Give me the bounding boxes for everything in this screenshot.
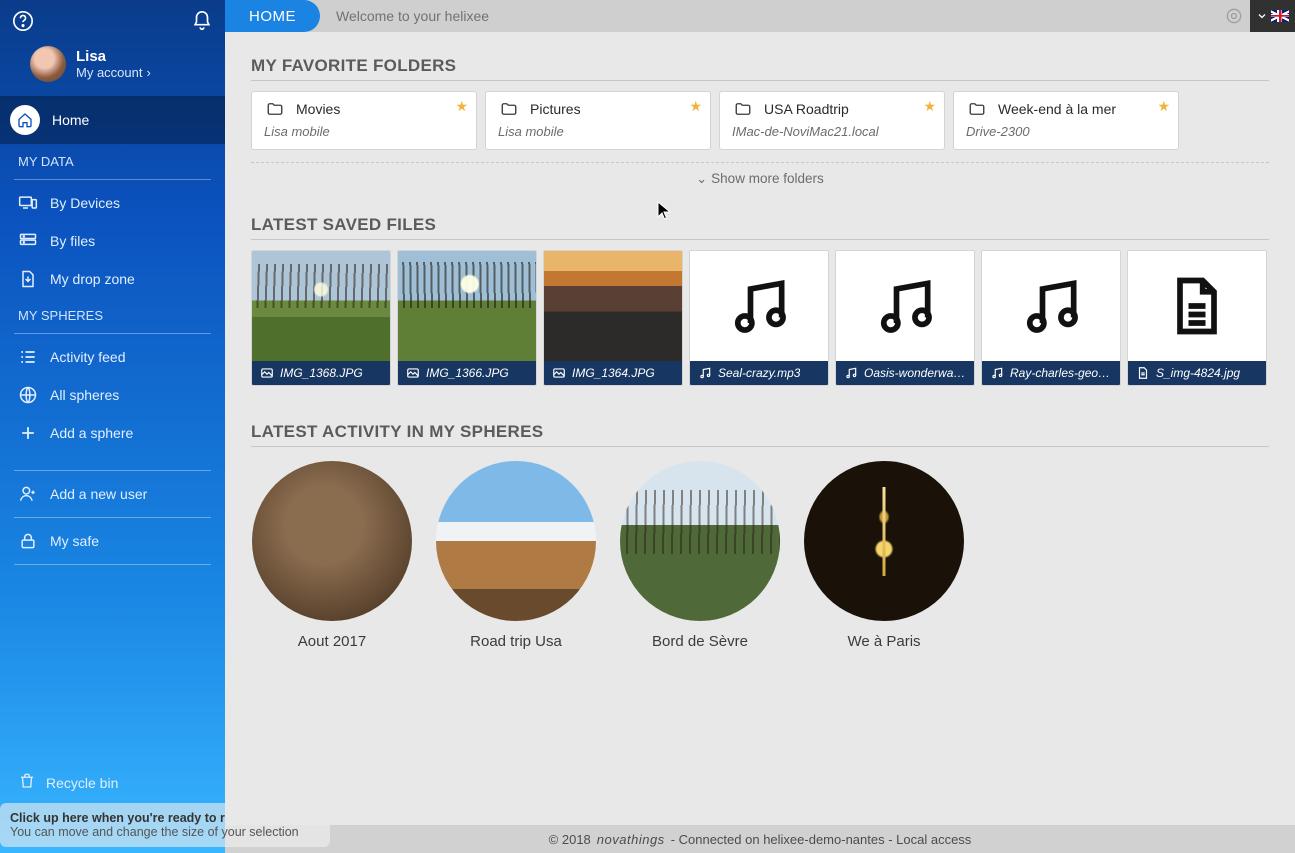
folder-card[interactable]: ★ USA Roadtrip IMac-de-NoviMac21.local (719, 91, 945, 150)
file-card[interactable]: Oasis-wonderwall.... (835, 250, 975, 386)
flag-uk-icon (1271, 10, 1289, 22)
sphere-item[interactable]: Aout 2017 (251, 461, 413, 650)
star-icon: ★ (455, 98, 468, 115)
image-icon (552, 366, 566, 380)
chevron-down-icon (1256, 10, 1268, 22)
file-card[interactable]: Seal-crazy.mp3 (689, 250, 829, 386)
nav-drop-zone[interactable]: My drop zone (0, 260, 225, 298)
music-icon (844, 366, 858, 380)
file-card[interactable]: IMG_1366.JPG (397, 250, 537, 386)
music-icon (698, 366, 712, 380)
document-icon (1136, 366, 1150, 380)
sphere-thumb (252, 461, 412, 621)
bell-icon[interactable] (191, 10, 213, 32)
star-icon: ★ (923, 98, 936, 115)
my-account-link[interactable]: My account› (76, 65, 151, 80)
file-thumb (690, 251, 828, 361)
plus-icon (18, 423, 38, 443)
user-name: Lisa (76, 48, 151, 65)
nav-my-safe[interactable]: My safe (0, 522, 225, 560)
nav-activity-feed[interactable]: Activity feed (0, 338, 225, 376)
file-thumb (982, 251, 1120, 361)
file-thumb (836, 251, 974, 361)
target-icon[interactable] (1218, 0, 1250, 32)
sphere-item[interactable]: We à Paris (803, 461, 965, 650)
nav-by-devices[interactable]: By Devices (0, 184, 225, 222)
star-icon: ★ (689, 98, 702, 115)
help-icon[interactable] (12, 10, 34, 32)
sidebar: Lisa My account› Home MY DATA By Devices… (0, 0, 225, 853)
folder-icon (966, 100, 988, 118)
file-card[interactable]: S_img-4824.jpg (1127, 250, 1267, 386)
files-icon (18, 231, 38, 251)
star-icon: ★ (1157, 98, 1170, 115)
globe-icon (18, 385, 38, 405)
section-latest-files: LATEST SAVED FILES (251, 215, 1269, 240)
folder-icon (498, 100, 520, 118)
music-icon (1017, 272, 1085, 340)
topbar: HOME Welcome to your helixee (225, 0, 1295, 32)
home-icon (10, 105, 40, 135)
image-icon (406, 366, 420, 380)
folder-icon (264, 100, 286, 118)
folder-card[interactable]: ★ Week-end à la mer Drive-2300 (953, 91, 1179, 150)
folders-row: ★ Movies Lisa mobile ★ Pictures Lisa mob… (251, 91, 1269, 150)
music-icon (871, 272, 939, 340)
nav-add-user[interactable]: Add a new user (0, 475, 225, 513)
list-icon (18, 347, 38, 367)
sphere-thumb (804, 461, 964, 621)
sphere-thumb (436, 461, 596, 621)
file-thumb (544, 251, 682, 361)
nav-by-files[interactable]: By files (0, 222, 225, 260)
spheres-row: Aout 2017 Road trip Usa Bord de Sèvre We… (251, 461, 1269, 650)
language-selector[interactable] (1250, 0, 1295, 32)
file-card[interactable]: IMG_1364.JPG (543, 250, 683, 386)
chevron-right-icon: › (146, 65, 150, 80)
user-block[interactable]: Lisa My account› (0, 40, 225, 96)
section-favorite-folders: MY FAVORITE FOLDERS (251, 56, 1269, 81)
section-my-data: MY DATA (0, 144, 225, 175)
file-card[interactable]: IMG_1368.JPG (251, 250, 391, 386)
trash-icon (18, 772, 36, 793)
home-tab[interactable]: HOME (225, 0, 320, 32)
chevron-down-icon: ⌄ (696, 171, 707, 186)
document-icon (1163, 272, 1231, 340)
nav-add-sphere[interactable]: Add a sphere (0, 414, 225, 452)
file-card[interactable]: Ray-charles-georgi... (981, 250, 1121, 386)
dropzone-icon (18, 269, 38, 289)
section-latest-spheres: LATEST ACTIVITY IN MY SPHERES (251, 422, 1269, 447)
sphere-item[interactable]: Bord de Sèvre (619, 461, 781, 650)
music-icon (990, 366, 1004, 380)
sphere-item[interactable]: Road trip Usa (435, 461, 597, 650)
show-more-folders[interactable]: ⌄Show more folders (251, 162, 1269, 187)
files-row: IMG_1368.JPG IMG_1366.JPG IMG_1364.JPG S… (251, 250, 1269, 386)
lock-icon (18, 531, 38, 551)
nav-all-spheres[interactable]: All spheres (0, 376, 225, 414)
section-my-spheres: MY SPHERES (0, 298, 225, 329)
folder-card[interactable]: ★ Movies Lisa mobile (251, 91, 477, 150)
nav-home[interactable]: Home (0, 96, 225, 144)
file-thumb (252, 251, 390, 361)
folder-card[interactable]: ★ Pictures Lisa mobile (485, 91, 711, 150)
file-thumb (398, 251, 536, 361)
nav-home-label: Home (52, 112, 89, 128)
devices-icon (18, 193, 38, 213)
file-thumb (1128, 251, 1266, 361)
sphere-thumb (620, 461, 780, 621)
add-user-icon (18, 484, 38, 504)
footer: © 2018 novathings - Connected on helixee… (225, 825, 1295, 853)
brand: novathings (597, 832, 665, 847)
music-icon (725, 272, 793, 340)
avatar (30, 46, 66, 82)
image-icon (260, 366, 274, 380)
welcome-text: Welcome to your helixee (336, 8, 489, 24)
folder-icon (732, 100, 754, 118)
